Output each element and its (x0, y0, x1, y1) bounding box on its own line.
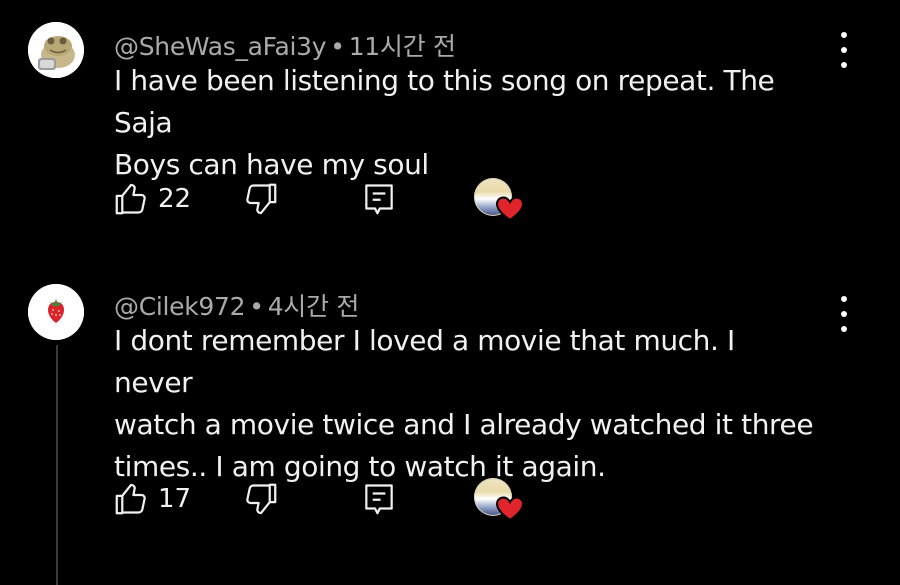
creator-heart-badge (474, 478, 526, 522)
more-dot-icon (841, 311, 847, 317)
thumbs-up-icon (115, 183, 146, 215)
comment-text-line: I dont remember I loved a movie that muc… (114, 324, 735, 399)
heart-icon (496, 196, 524, 222)
comment-item: @SheWas_aFai3y • 11시간 전 I have been listen… (0, 0, 900, 255)
frog-avatar-icon (28, 22, 84, 78)
comment-text-line: watch a movie twice and I already watche… (114, 408, 814, 441)
like-count: 17 (158, 484, 192, 514)
comment-time: 11시간 전 (348, 32, 456, 61)
more-dot-icon (841, 47, 847, 53)
meta-separator: • (249, 292, 264, 321)
thumbs-down-icon (246, 483, 277, 515)
like-button[interactable]: 17 (112, 480, 191, 518)
strawberry-avatar-icon (28, 284, 84, 340)
comment-author[interactable]: @Cilek972 (114, 292, 246, 321)
avatar[interactable] (28, 284, 84, 340)
comment-text-line: Boys can have my soul (114, 148, 429, 181)
reply-icon (365, 184, 393, 215)
like-count: 22 (158, 184, 192, 214)
avatar[interactable] (28, 22, 84, 78)
comment-time: 4시간 전 (267, 292, 360, 321)
more-options-button[interactable] (836, 296, 852, 332)
creator-heart-badge (474, 178, 526, 222)
comment-item: @Cilek972 • 4시간 전 I dont remember I loved … (0, 270, 900, 583)
more-dot-icon (841, 62, 847, 68)
heart-icon (496, 496, 524, 522)
more-dot-icon (841, 326, 847, 332)
thumbs-up-icon (115, 483, 146, 515)
comment-text: I have been listening to this song on re… (114, 60, 814, 186)
more-dot-icon (841, 32, 847, 38)
reply-button[interactable] (360, 180, 398, 223)
more-options-button[interactable] (836, 32, 852, 68)
comment-text: I dont remember I loved a movie that muc… (114, 320, 814, 488)
meta-separator: • (330, 32, 345, 61)
comment-meta: @Cilek972 • 4시간 전 (114, 287, 359, 323)
dislike-button[interactable] (242, 480, 280, 523)
comment-text-line: I have been listening to this song on re… (114, 64, 775, 139)
reply-button[interactable] (360, 480, 398, 523)
dislike-button[interactable] (242, 180, 280, 223)
reply-thread-line (56, 345, 58, 585)
thumbs-down-icon (246, 183, 277, 215)
comment-author[interactable]: @SheWas_aFai3y (114, 32, 327, 61)
more-dot-icon (841, 296, 847, 302)
comment-text-line: times.. I am going to watch it again. (114, 450, 606, 483)
comment-meta: @SheWas_aFai3y • 11시간 전 (114, 27, 456, 63)
reply-icon (365, 484, 393, 515)
like-button[interactable]: 22 (112, 180, 191, 218)
